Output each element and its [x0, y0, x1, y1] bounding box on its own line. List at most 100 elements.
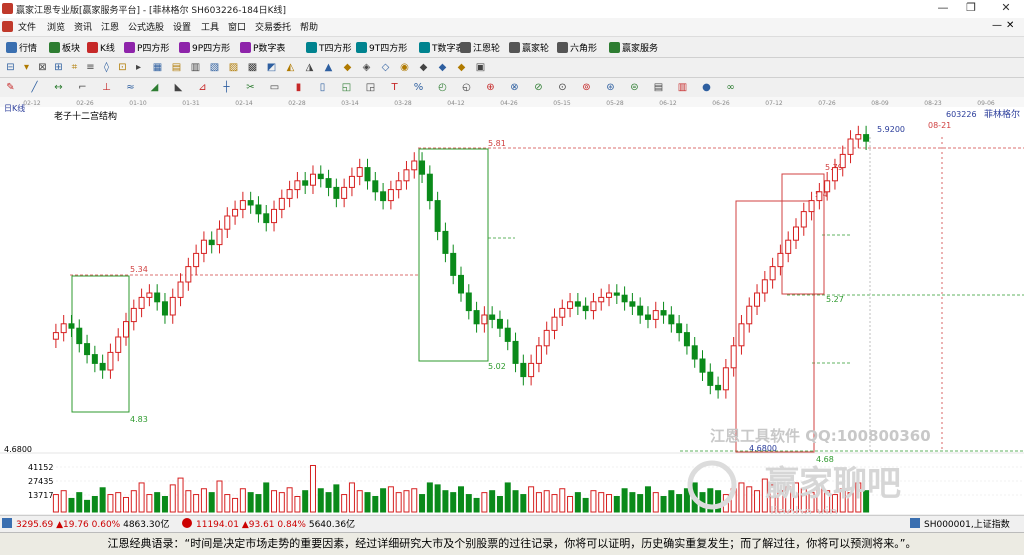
- draw-tool-icon[interactable]: ≡: [84, 61, 97, 74]
- analysis-tool-icon[interactable]: ▥: [676, 81, 689, 94]
- menu-app-icon[interactable]: [2, 21, 13, 32]
- draw-tool-icon[interactable]: ▨: [227, 61, 240, 74]
- draw-tool-icon[interactable]: ◆: [455, 61, 468, 74]
- 9t-square-icon: [356, 41, 367, 53]
- analysis-tool-icon[interactable]: ⊚: [580, 81, 593, 94]
- draw-tool-icon[interactable]: ◆: [341, 61, 354, 74]
- toolbar-button-label: 板块: [62, 43, 81, 54]
- analysis-tool-icon[interactable]: ✎: [4, 81, 17, 94]
- analysis-tool-icon[interactable]: T: [388, 81, 401, 94]
- analysis-tool-icon[interactable]: ▤: [652, 81, 665, 94]
- analysis-tool-icon[interactable]: ◵: [460, 81, 473, 94]
- menu-item[interactable]: 江恩: [101, 20, 119, 33]
- draw-tool-icon[interactable]: ⊟: [4, 61, 17, 74]
- menu-item[interactable]: 文件: [18, 20, 36, 33]
- analysis-tool-icon[interactable]: ⊿: [196, 81, 209, 94]
- draw-tool-icon[interactable]: ◩: [265, 61, 278, 74]
- toolbar-button[interactable]: 六角形: [557, 40, 597, 54]
- toolbar-button[interactable]: T数字表: [419, 40, 465, 54]
- toolbar-button[interactable]: 赢家轮: [509, 40, 549, 54]
- draw-tool-icon[interactable]: ▲: [322, 61, 335, 74]
- draw-tool-icon[interactable]: ▧: [208, 61, 221, 74]
- analysis-tool-icon[interactable]: ◣: [172, 81, 185, 94]
- volume-bar: [294, 495, 301, 513]
- analysis-tool-icon[interactable]: ◴: [436, 81, 449, 94]
- close-button[interactable]: ✕: [988, 0, 1024, 18]
- draw-tool-icon[interactable]: ◊: [100, 61, 113, 74]
- analysis-tool-icon[interactable]: ▭: [268, 81, 281, 94]
- draw-tool-icon[interactable]: ▩: [246, 61, 259, 74]
- analysis-tool-icon[interactable]: ✂: [244, 81, 257, 94]
- analysis-tool-icon[interactable]: ╱: [28, 81, 41, 94]
- draw-tool-icon[interactable]: ▣: [474, 61, 487, 74]
- draw-tool-icon[interactable]: ⌗: [68, 61, 81, 74]
- analysis-tool-icon[interactable]: ◢: [148, 81, 161, 94]
- toolbar-button[interactable]: 江恩轮: [460, 40, 500, 54]
- menu-item[interactable]: 帮助: [300, 20, 318, 33]
- toolbar-button[interactable]: K线: [87, 40, 115, 54]
- menu-item[interactable]: 浏览: [47, 20, 65, 33]
- analysis-tool-icon[interactable]: ●: [700, 81, 713, 94]
- status-grid-icon[interactable]: [2, 518, 12, 528]
- draw-tool-icon[interactable]: ◉: [398, 61, 411, 74]
- draw-tool-icon[interactable]: ◆: [417, 61, 430, 74]
- draw-tool-icon[interactable]: ▸: [132, 61, 145, 74]
- draw-tool-icon[interactable]: ⊞: [52, 61, 65, 74]
- restore-button[interactable]: ❐: [956, 0, 986, 18]
- draw-tool-icon[interactable]: ◮: [303, 61, 316, 74]
- analysis-tool-icon[interactable]: ≈: [124, 81, 137, 94]
- analysis-tool-icon[interactable]: ⊕: [484, 81, 497, 94]
- analysis-tool-icon[interactable]: ∞: [724, 81, 737, 94]
- analysis-tool-icon[interactable]: ┼: [220, 81, 233, 94]
- toolbar-button[interactable]: 9P四方形: [179, 40, 230, 54]
- draw-tool-icon[interactable]: ◇: [379, 61, 392, 74]
- analysis-tool-icon[interactable]: ▮: [292, 81, 305, 94]
- analysis-tool-icon[interactable]: ⊜: [628, 81, 641, 94]
- analysis-tool-icon[interactable]: ⊥: [100, 81, 113, 94]
- draw-tool-icon[interactable]: ▥: [189, 61, 202, 74]
- analysis-tool-icon[interactable]: ▯: [316, 81, 329, 94]
- toolbar-button[interactable]: P四方形: [124, 40, 169, 54]
- chart-area[interactable]: 02-12 02-26 01-10 01-31 02-14 02-28 03-14 03-28…: [0, 97, 1024, 521]
- menu-item[interactable]: 交易委托: [255, 20, 291, 33]
- menu-item[interactable]: 窗口: [228, 20, 246, 33]
- index-selector-label[interactable]: SH000001,上证指数: [924, 517, 1010, 530]
- toolbar-button[interactable]: 9T四方形: [356, 40, 407, 54]
- draw-tool-icon[interactable]: ⊡: [116, 61, 129, 74]
- minimize-button[interactable]: —: [928, 0, 958, 18]
- analysis-tool-icon[interactable]: ⊗: [508, 81, 521, 94]
- analysis-tool-icon[interactable]: ⊙: [556, 81, 569, 94]
- menu-item[interactable]: 资讯: [74, 20, 92, 33]
- draw-tool-icon[interactable]: ◭: [284, 61, 297, 74]
- draw-tool-icon[interactable]: ▦: [151, 61, 164, 74]
- index-selector-icon[interactable]: [910, 518, 920, 528]
- candle-body: [177, 281, 184, 298]
- menu-item[interactable]: 设置: [173, 20, 191, 33]
- draw-tool-icon[interactable]: ▤: [170, 61, 183, 74]
- volume-bar: [458, 486, 464, 513]
- toolbar-button[interactable]: T四方形: [306, 40, 352, 54]
- menu-minimize-icon[interactable]: —: [992, 20, 1002, 31]
- toolbar-button[interactable]: 行情: [6, 40, 37, 54]
- analysis-tool-icon[interactable]: %: [412, 81, 425, 94]
- analysis-tool-icon[interactable]: ⌐: [76, 81, 89, 94]
- volume-bar: [123, 496, 130, 513]
- analysis-tool-icon[interactable]: ⊘: [532, 81, 545, 94]
- draw-tool-icon[interactable]: ◈: [360, 61, 373, 74]
- price-label: 5.34: [130, 265, 148, 274]
- menu-close-icon[interactable]: ✕: [1006, 20, 1014, 31]
- toolbar-button[interactable]: 板块: [49, 40, 80, 54]
- draw-tool-icon[interactable]: ▾: [20, 61, 33, 74]
- analysis-tool-icon[interactable]: ◲: [364, 81, 377, 94]
- draw-tool-icon[interactable]: ⊠: [36, 61, 49, 74]
- analysis-tool-icon[interactable]: ⊛: [604, 81, 617, 94]
- menu-item[interactable]: 公式选股: [128, 20, 164, 33]
- draw-tool-icon[interactable]: ◆: [436, 61, 449, 74]
- analysis-tool-icon[interactable]: ◱: [340, 81, 353, 94]
- analysis-tool-icon[interactable]: ↔: [52, 81, 65, 94]
- toolbar-button[interactable]: P数字表: [240, 40, 285, 54]
- toolbar-button[interactable]: 赢家服务: [609, 40, 658, 54]
- menu-item[interactable]: 工具: [201, 20, 219, 33]
- candlestick-chart[interactable]: 02-12 02-26 01-10 01-31 02-14 02-28 03-14 03-28…: [0, 97, 1024, 521]
- candle-body: [567, 301, 574, 309]
